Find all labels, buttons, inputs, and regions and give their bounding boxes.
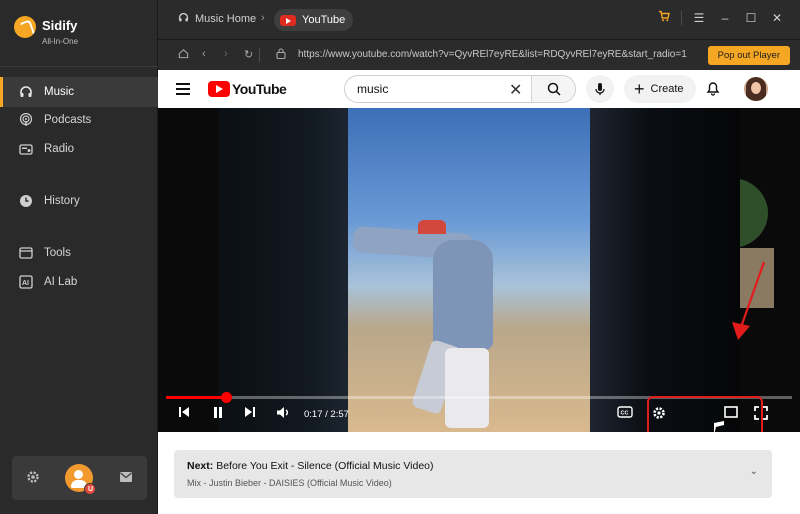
tab-music-home[interactable]: Music Home bbox=[178, 12, 256, 26]
sidebar-item-label: Radio bbox=[44, 143, 75, 155]
microphone-icon bbox=[595, 83, 605, 95]
reload-icon[interactable]: ↻ bbox=[244, 48, 253, 61]
clock-icon bbox=[18, 193, 34, 209]
pop-out-player-button[interactable]: Pop out Player bbox=[707, 46, 790, 65]
cart-icon[interactable] bbox=[651, 10, 677, 25]
close-icon[interactable]: ✕ bbox=[764, 11, 790, 25]
up-next-prefix: Next: bbox=[187, 460, 214, 472]
clear-icon[interactable]: ✕ bbox=[509, 80, 522, 100]
up-next-subtitle: Mix - Justin Bieber - DAISIES (Official … bbox=[187, 478, 392, 488]
sidebar-item-music[interactable]: Music bbox=[0, 77, 158, 107]
divider bbox=[259, 48, 260, 62]
app-window: Sidify All-In-One Music Podcasts Radio H… bbox=[0, 0, 800, 514]
svg-text:CC: CC bbox=[621, 411, 629, 417]
settings-icon[interactable] bbox=[23, 470, 43, 487]
sidebar-item-label: Music bbox=[44, 86, 75, 98]
voice-search-button[interactable] bbox=[586, 75, 614, 103]
chevron-right-icon: › bbox=[261, 12, 265, 24]
maximize-icon[interactable]: ☐ bbox=[738, 11, 764, 25]
topbar: Music Home › YouTube ☰ – ☐ ✕ bbox=[158, 0, 800, 40]
youtube-icon bbox=[208, 81, 230, 97]
back-icon[interactable]: ‹ bbox=[202, 48, 206, 60]
search-input[interactable] bbox=[345, 76, 531, 102]
chevron-down-icon[interactable]: ⌄ bbox=[750, 466, 758, 477]
sidebar-item-label: Podcasts bbox=[44, 114, 92, 126]
plus-icon: + bbox=[634, 79, 645, 99]
sidebar-divider bbox=[0, 66, 158, 67]
search-icon bbox=[547, 82, 561, 96]
pause-icon[interactable] bbox=[212, 406, 224, 422]
app-subtitle: All-In-One bbox=[42, 37, 79, 46]
mail-icon[interactable] bbox=[116, 470, 136, 486]
minimize-icon[interactable]: – bbox=[712, 11, 738, 25]
time-display: 0:17 / 2:57 bbox=[304, 409, 349, 420]
sidebar-item-label: History bbox=[44, 195, 80, 207]
volume-icon[interactable] bbox=[276, 406, 290, 422]
youtube-account-avatar[interactable] bbox=[744, 77, 768, 101]
forward-icon[interactable]: › bbox=[224, 48, 228, 60]
youtube-logo-text: YouTube bbox=[232, 81, 287, 97]
search-button[interactable] bbox=[531, 76, 575, 102]
brand: Sidify All-In-One bbox=[14, 16, 78, 46]
up-next-track: Before You Exit - Silence (Official Musi… bbox=[216, 460, 434, 472]
divider bbox=[681, 10, 682, 25]
sidify-logo-icon bbox=[14, 16, 36, 38]
music-note-icon bbox=[714, 421, 724, 432]
captions-icon[interactable]: CC bbox=[617, 406, 633, 421]
home-icon[interactable] bbox=[178, 48, 189, 62]
tab-youtube-label: YouTube bbox=[302, 14, 346, 26]
up-next-title: Next: Before You Exit - Silence (Officia… bbox=[187, 460, 434, 472]
lock-icon bbox=[276, 48, 286, 62]
up-next-bar[interactable]: Next: Before You Exit - Silence (Officia… bbox=[174, 450, 772, 498]
user-avatar[interactable]: U bbox=[65, 464, 97, 495]
sidebar-item-ai-lab[interactable]: AI AI Lab bbox=[0, 267, 158, 297]
annotation-arrow-icon bbox=[732, 261, 766, 340]
next-icon[interactable] bbox=[244, 406, 256, 421]
create-button[interactable]: + Create bbox=[624, 75, 696, 103]
headphones-icon bbox=[178, 12, 189, 26]
tools-icon bbox=[18, 245, 34, 261]
tab-youtube[interactable]: YouTube bbox=[274, 9, 354, 31]
highlight-box bbox=[647, 396, 763, 432]
create-label: Create bbox=[650, 83, 684, 95]
sidebar-item-tools[interactable]: Tools bbox=[0, 238, 158, 268]
user-badge: U bbox=[84, 483, 97, 495]
browser-view: YouTube ✕ + Create bbox=[158, 70, 800, 514]
sidebar-item-radio[interactable]: Radio bbox=[0, 134, 158, 164]
video-player[interactable]: 0:17 / 2:57 CC + bbox=[158, 108, 800, 432]
url-field[interactable]: https://www.youtube.com/watch?v=QyvREl7e… bbox=[298, 49, 687, 60]
hamburger-menu-icon[interactable] bbox=[176, 83, 190, 95]
youtube-logo[interactable]: YouTube bbox=[208, 81, 287, 97]
radio-icon bbox=[18, 141, 34, 157]
sidebar-item-podcasts[interactable]: Podcasts bbox=[0, 105, 158, 135]
app-name: Sidify bbox=[42, 18, 78, 33]
headphones-icon bbox=[18, 84, 34, 100]
address-bar: ‹ › ↻ https://www.youtube.com/watch?v=Qy… bbox=[158, 40, 800, 70]
sidebar-item-label: Tools bbox=[44, 247, 71, 259]
sidebar-item-label: AI Lab bbox=[44, 276, 78, 288]
notifications-bell-icon[interactable] bbox=[706, 80, 720, 101]
menu-icon[interactable]: ☰ bbox=[686, 11, 712, 25]
progress-fill bbox=[166, 396, 227, 399]
sidebar: Sidify All-In-One Music Podcasts Radio H… bbox=[0, 0, 158, 514]
window-controls: ☰ – ☐ ✕ bbox=[651, 10, 790, 25]
tab-music-home-label: Music Home bbox=[195, 13, 257, 25]
youtube-header: YouTube ✕ + Create bbox=[158, 70, 800, 108]
search-box: ✕ bbox=[344, 75, 576, 103]
podcast-icon bbox=[18, 112, 34, 128]
sidebar-item-history[interactable]: History bbox=[0, 186, 158, 216]
svg-text:AI: AI bbox=[22, 280, 29, 287]
ai-icon: AI bbox=[18, 274, 34, 290]
sidebar-bottom-panel: U bbox=[12, 456, 147, 500]
youtube-icon bbox=[280, 14, 296, 26]
previous-icon[interactable] bbox=[178, 406, 190, 421]
